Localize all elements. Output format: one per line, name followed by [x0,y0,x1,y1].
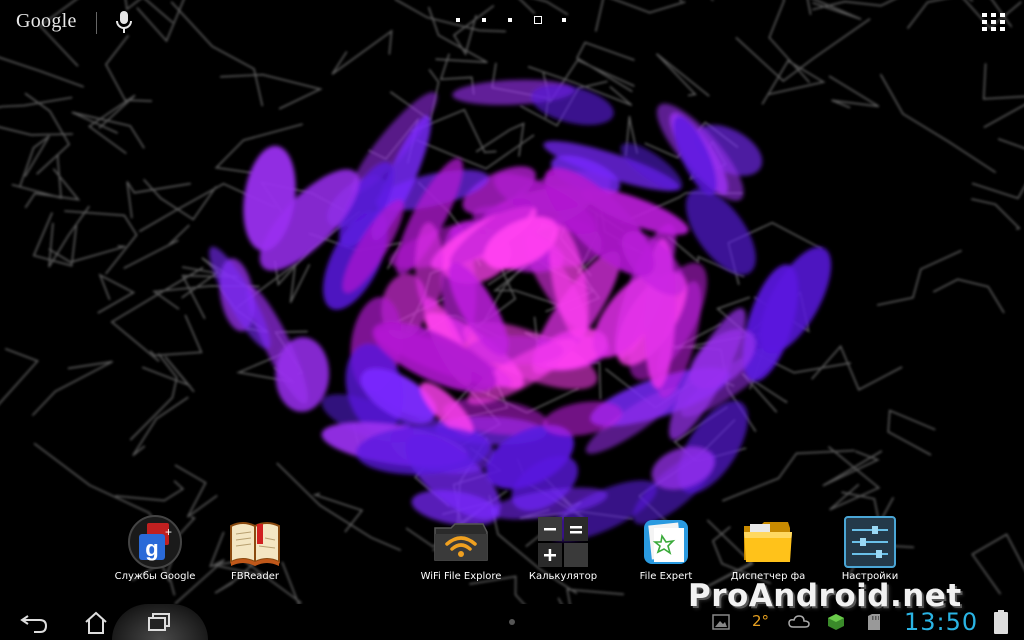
all-apps-grid-icon[interactable] [982,13,1006,31]
page-dot-current [534,16,542,24]
app-label: FBReader [230,571,279,582]
recent-apps-icon[interactable] [140,608,180,636]
folder-icon [744,522,792,562]
calculator-icon [538,517,588,567]
clock[interactable]: 13:50 [904,608,978,636]
sd-card-icon[interactable] [866,613,882,631]
google-search-logo[interactable]: Google [16,10,77,33]
center-dot [509,619,515,625]
svg-text:g: g [145,536,158,561]
app-wifi-file-explorer[interactable]: WiFi File Explore [413,510,509,592]
settings-icon [844,516,896,568]
file-expert-icon [644,520,688,564]
top-bar: Google [0,0,1024,44]
back-icon[interactable] [14,608,54,636]
app-calculator[interactable]: Калькулятор [515,510,611,592]
weather-temperature[interactable]: 2° [752,612,769,630]
app-google-services[interactable]: g + Службы Google [107,510,203,592]
system-bar: ProAndroid.net 2° 13:50 [0,578,1024,640]
android-debug-icon[interactable] [826,613,846,631]
app-label: Калькулятор [528,571,598,582]
page-dot [456,18,460,22]
microphone-icon[interactable] [112,9,136,35]
weather-cloud-icon[interactable] [788,613,810,631]
search-divider [96,12,97,34]
svg-text:+: + [165,525,172,539]
battery-icon[interactable] [992,609,1010,635]
home-icon[interactable] [76,608,116,636]
page-indicator [454,16,574,26]
gallery-icon[interactable] [712,613,730,631]
app-fbreader[interactable]: FBReader [207,510,303,592]
app-label: Службы Google [114,571,196,582]
page-dot [562,18,566,22]
page-dot [482,18,486,22]
page-dot [508,18,512,22]
wifi-folder-icon [434,523,488,561]
google-services-icon: g + [128,515,182,569]
app-label: WiFi File Explore [420,571,502,582]
book-icon [230,522,280,566]
